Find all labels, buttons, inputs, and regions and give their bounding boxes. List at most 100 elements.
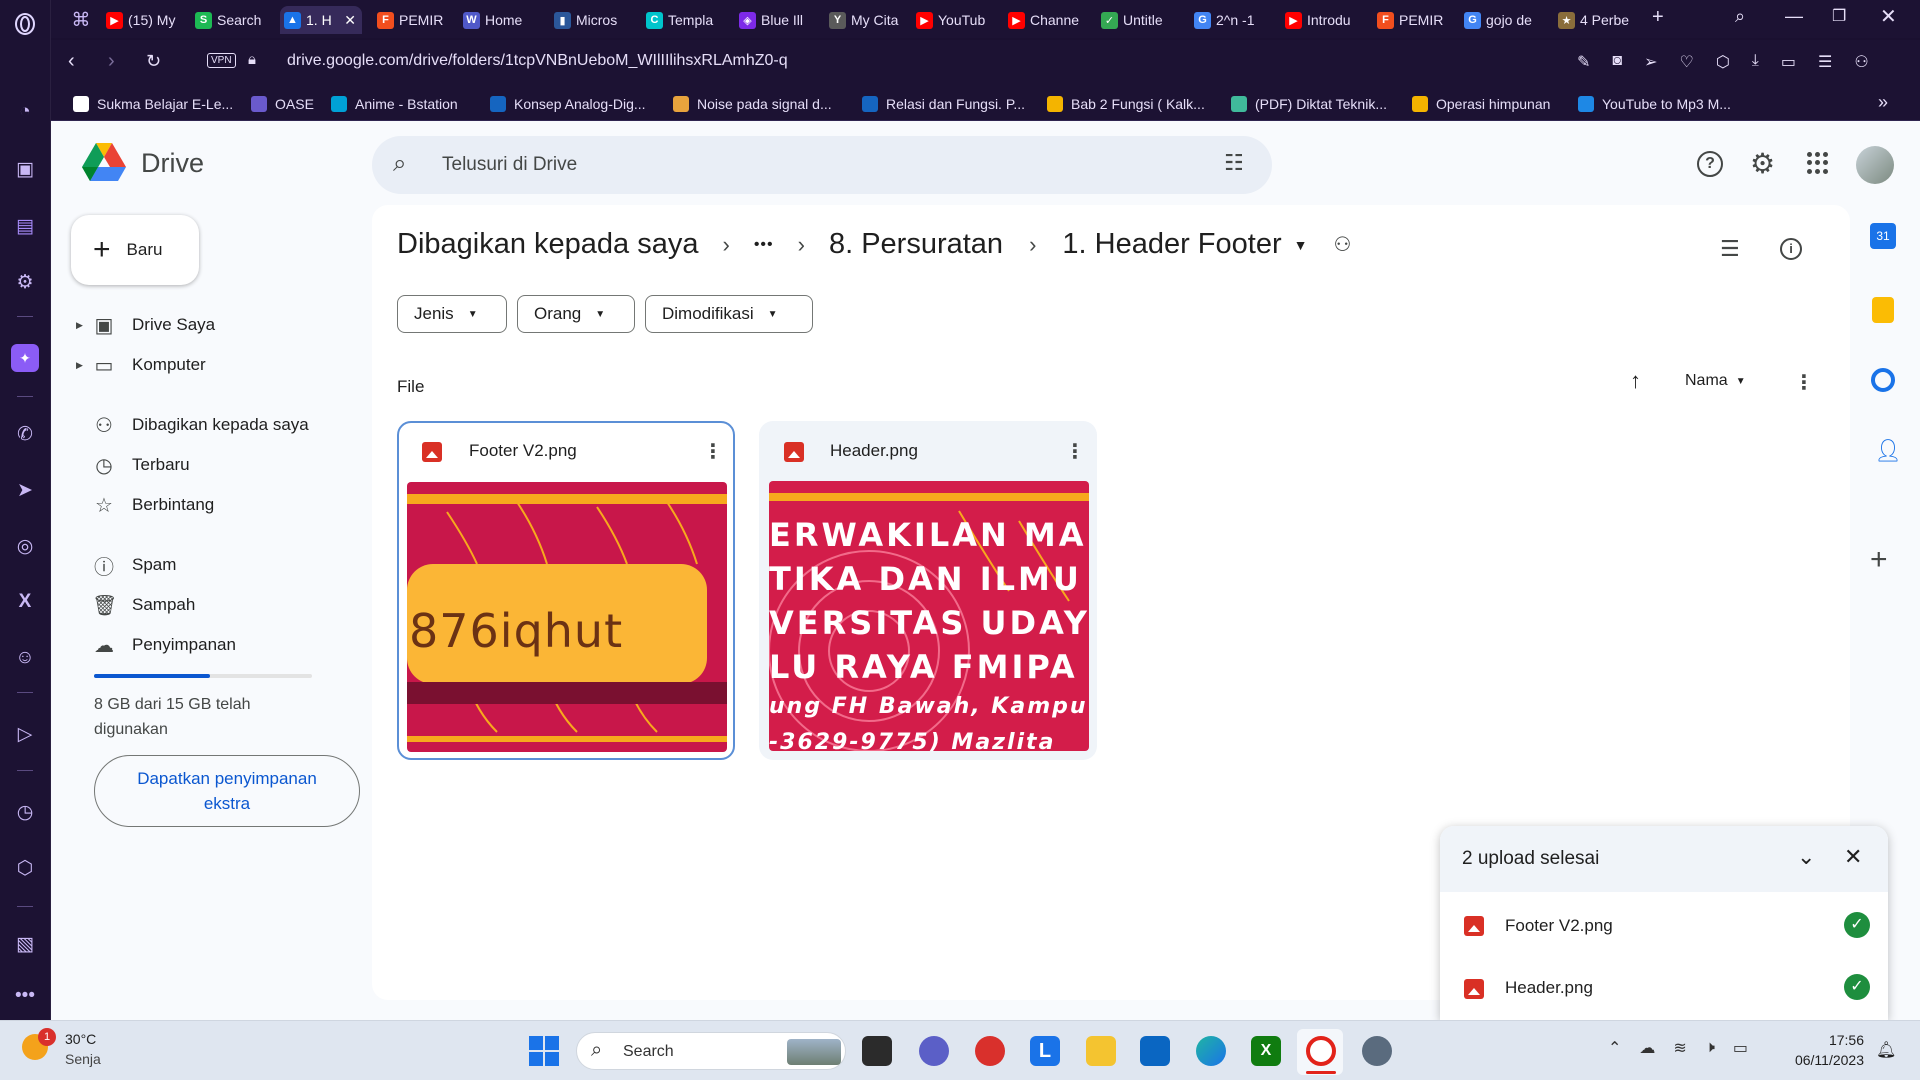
bookmark-item[interactable]: Bab 2 Fungsi ( Kalk... bbox=[1047, 94, 1205, 114]
tab-2[interactable]: ▲ 1. H ✕ bbox=[280, 6, 362, 34]
tab-6[interactable]: C Templa bbox=[642, 6, 728, 34]
shopping-icon[interactable]: ▣ bbox=[11, 155, 39, 183]
nav-spam[interactable]: ⓘ Spam bbox=[80, 549, 176, 581]
drive-logo-icon[interactable] bbox=[82, 143, 126, 183]
wifi-icon[interactable]: ≋ bbox=[1673, 1038, 1686, 1058]
nav-computers[interactable]: ▶ ▭ Komputer bbox=[76, 349, 206, 381]
twitch-icon[interactable]: ▤ bbox=[11, 212, 39, 240]
settings-taskbar-icon[interactable] bbox=[1362, 1036, 1392, 1066]
sort-button[interactable]: Nama ▼ bbox=[1685, 372, 1746, 390]
close-tab-icon[interactable]: ✕ bbox=[344, 12, 356, 29]
bookmark-item[interactable]: Noise pada signal d... bbox=[673, 94, 832, 114]
search-options-icon[interactable]: ☷ bbox=[1224, 150, 1244, 176]
search-input[interactable]: Telusuri di Drive bbox=[442, 154, 577, 176]
tab-8[interactable]: Y My Cita bbox=[825, 6, 905, 34]
download-icon[interactable]: ⤓ bbox=[1752, 52, 1759, 72]
notification-bell-icon[interactable]: 🔔︎ bbox=[1876, 1040, 1896, 1060]
tray-chevron-icon[interactable]: ⌃ bbox=[1608, 1038, 1621, 1058]
forward-icon[interactable]: › bbox=[108, 50, 115, 73]
easy-setup-icon[interactable]: ☰ bbox=[1818, 52, 1832, 72]
url-field[interactable]: drive.google.com/drive/folders/1tcpVNBnU… bbox=[287, 52, 788, 70]
battery-tray-icon[interactable]: ▭ bbox=[1733, 1038, 1748, 1058]
bookmark-item[interactable]: Operasi himpunan bbox=[1412, 94, 1550, 114]
collapse-icon[interactable]: ⌄ bbox=[1797, 844, 1815, 870]
file-card[interactable]: Footer V2.png ⋮ 876iqhut bbox=[397, 421, 735, 760]
minimize-icon[interactable]: — bbox=[1785, 6, 1803, 27]
nav-starred[interactable]: ☆ Berbintang bbox=[80, 489, 214, 521]
task-view-icon[interactable] bbox=[862, 1036, 892, 1066]
nav-storage[interactable]: ☁ Penyimpanan bbox=[80, 629, 236, 661]
drive-title[interactable]: Drive bbox=[141, 148, 204, 179]
close-icon[interactable]: ✕ bbox=[1844, 844, 1862, 870]
tab-15[interactable]: Ggojo de bbox=[1460, 6, 1546, 34]
start-icon[interactable] bbox=[529, 1036, 559, 1066]
aria-icon[interactable]: ✦ bbox=[11, 344, 39, 372]
keep-icon[interactable] bbox=[1872, 297, 1894, 323]
reload-icon[interactable]: ↻ bbox=[146, 51, 161, 72]
filter-type[interactable]: Jenis ▼ bbox=[397, 295, 507, 333]
filter-people[interactable]: Orang ▼ bbox=[517, 295, 635, 333]
ai-icon[interactable]: ⚙ bbox=[11, 268, 39, 296]
nav-trash[interactable]: 🗑︎ Sampah bbox=[80, 589, 195, 621]
taskbar-search[interactable]: ⌕ Search bbox=[576, 1032, 846, 1070]
nav-shared[interactable]: ⚇ Dibagikan kepada saya bbox=[80, 409, 309, 441]
profile-icon[interactable]: ⚇ bbox=[1854, 52, 1868, 72]
new-button[interactable]: + Baru bbox=[71, 215, 199, 285]
tab-4[interactable]: W Home bbox=[459, 6, 544, 34]
nav-recent[interactable]: ◷ Terbaru bbox=[80, 449, 189, 481]
list-view-icon[interactable]: ☰ bbox=[1720, 236, 1740, 262]
tab-7[interactable]: ◈ Blue Ill bbox=[735, 6, 819, 34]
tab-9[interactable]: ▶ YouTub bbox=[912, 6, 998, 34]
bookmark-item[interactable]: Konsep Analog-Dig... bbox=[490, 94, 646, 114]
whatsapp-icon[interactable]: ✆ bbox=[11, 420, 39, 448]
tab-menu-icon[interactable]: ⌘ bbox=[67, 6, 95, 34]
instagram-icon[interactable]: ◎ bbox=[11, 532, 39, 560]
shared-people-icon[interactable]: ⚇ bbox=[1333, 232, 1351, 257]
lock-icon[interactable]: 🔒︎ bbox=[248, 51, 256, 68]
clock-time[interactable]: 17:56 bbox=[1784, 1032, 1864, 1048]
onedrive-icon[interactable]: ☁ bbox=[1639, 1038, 1655, 1058]
vpn-badge[interactable]: VPN bbox=[207, 53, 236, 68]
extensions-icon[interactable]: ⬡ bbox=[11, 854, 39, 882]
search-icon[interactable]: ⌕ bbox=[393, 150, 406, 178]
battery-icon[interactable]: ▭ bbox=[1781, 52, 1796, 72]
bookmark-item[interactable]: OASE bbox=[251, 94, 314, 114]
store-icon[interactable] bbox=[1140, 1036, 1170, 1066]
bookmarks-overflow-icon[interactable]: » bbox=[1878, 92, 1888, 113]
nav-my-drive[interactable]: ▶ ▣ Drive Saya bbox=[76, 309, 215, 341]
calendar-icon[interactable]: 31 bbox=[1870, 223, 1896, 249]
upload-item[interactable] bbox=[1464, 916, 1484, 936]
xbox-icon[interactable]: X bbox=[1251, 1036, 1281, 1066]
tab-1[interactable]: S Search bbox=[191, 6, 274, 34]
breadcrumb-mid[interactable]: 8. Persuratan bbox=[829, 228, 1003, 261]
clock-date[interactable]: 06/11/2023 bbox=[1784, 1052, 1864, 1068]
sort-direction-icon[interactable]: ↑ bbox=[1630, 368, 1641, 394]
help-icon[interactable]: ? bbox=[1697, 151, 1723, 177]
back-icon[interactable]: ‹ bbox=[68, 50, 75, 73]
more-options-icon[interactable]: ⋮ bbox=[1794, 370, 1814, 395]
get-storage-button[interactable]: Dapatkan penyimpanan ekstra bbox=[94, 755, 360, 827]
opera-icon[interactable] bbox=[1306, 1036, 1336, 1066]
tab-5[interactable]: ▮ Micros bbox=[550, 6, 632, 34]
file-more-icon[interactable]: ⋮ bbox=[1065, 439, 1085, 464]
settings-icon[interactable]: ⚙ bbox=[1750, 147, 1775, 180]
chat-icon[interactable] bbox=[919, 1036, 949, 1066]
x-icon[interactable]: X bbox=[11, 588, 39, 616]
apps-grid-icon[interactable] bbox=[1807, 152, 1829, 174]
tab-16[interactable]: ★ 4 Perbe bbox=[1554, 6, 1642, 34]
avatar[interactable] bbox=[1856, 146, 1894, 184]
cube-icon[interactable]: ⬡ bbox=[1716, 52, 1730, 72]
discord-icon[interactable]: ☺ bbox=[11, 644, 39, 672]
speed-dial-icon[interactable]: ◔ bbox=[11, 98, 39, 126]
send-icon[interactable]: ➢ bbox=[1644, 52, 1657, 72]
opera-logo-icon[interactable] bbox=[11, 10, 39, 38]
file-explorer-icon[interactable] bbox=[1086, 1036, 1116, 1066]
caret-down-icon[interactable]: ▼ bbox=[1294, 237, 1308, 253]
tab-3[interactable]: F PEMIR bbox=[373, 6, 453, 34]
camera-icon[interactable]: ◙ bbox=[1612, 52, 1622, 72]
contacts-icon[interactable]: 👤︎ bbox=[1874, 438, 1902, 464]
more-icon[interactable]: ••• bbox=[11, 982, 39, 1010]
new-tab-icon[interactable]: + bbox=[1652, 6, 1664, 29]
tab-search-icon[interactable]: ⌕ bbox=[1735, 6, 1745, 27]
heart-icon[interactable]: ♡ bbox=[1679, 52, 1693, 72]
